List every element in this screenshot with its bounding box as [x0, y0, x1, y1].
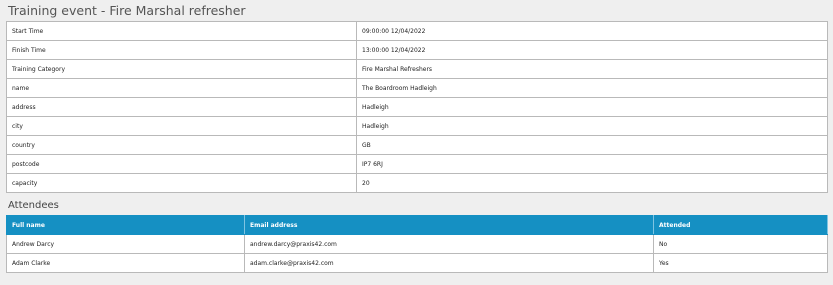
detail-label: city	[6, 116, 357, 136]
detail-label: capacity	[6, 173, 357, 193]
attendee-attended: No	[653, 234, 828, 254]
detail-value: 13:00:00 12/04/2022	[356, 40, 828, 60]
detail-label: postcode	[6, 154, 357, 174]
detail-label: Training Category	[6, 59, 357, 79]
table-row[interactable]: Adam Clarke adam.clarke@praxis42.com Yes	[6, 253, 828, 273]
detail-label: Start Time	[6, 21, 357, 41]
page-title: Training event - Fire Marshal refresher	[8, 3, 246, 18]
table-row: capacity 20	[6, 173, 828, 193]
table-row: city Hadleigh	[6, 116, 828, 136]
detail-value: IP7 6RJ	[356, 154, 828, 174]
column-header-attended[interactable]: Attended	[653, 215, 828, 235]
detail-value: Fire Marshal Refreshers	[356, 59, 828, 79]
detail-label: name	[6, 78, 357, 98]
attendee-email: adam.clarke@praxis42.com	[244, 253, 654, 273]
detail-value: 20	[356, 173, 828, 193]
table-row: Training Category Fire Marshal Refresher…	[6, 59, 828, 79]
table-row: address Hadleigh	[6, 97, 828, 117]
table-row[interactable]: Andrew Darcy andrew.darcy@praxis42.com N…	[6, 234, 828, 254]
attendee-name: Andrew Darcy	[6, 234, 245, 254]
column-header-full-name[interactable]: Full name	[6, 215, 245, 235]
detail-value: Hadleigh	[356, 116, 828, 136]
detail-value: 09:00:00 12/04/2022	[356, 21, 828, 41]
table-row: name The Boardroom Hadleigh	[6, 78, 828, 98]
attendees-table: Full name Email address Attended Andrew …	[6, 215, 828, 273]
table-row: Finish Time 13:00:00 12/04/2022	[6, 40, 828, 60]
detail-value: Hadleigh	[356, 97, 828, 117]
detail-value: The Boardroom Hadleigh	[356, 78, 828, 98]
table-header-row: Full name Email address Attended	[6, 215, 828, 235]
detail-label: address	[6, 97, 357, 117]
page: Training event - Fire Marshal refresher …	[0, 0, 833, 285]
table-row: country GB	[6, 135, 828, 155]
detail-label: Finish Time	[6, 40, 357, 60]
event-details-table: Start Time 09:00:00 12/04/2022 Finish Ti…	[6, 21, 828, 193]
table-row: Start Time 09:00:00 12/04/2022	[6, 21, 828, 41]
attendee-attended: Yes	[653, 253, 828, 273]
attendees-heading: Attendees	[8, 200, 59, 211]
attendee-email: andrew.darcy@praxis42.com	[244, 234, 654, 254]
column-header-email[interactable]: Email address	[244, 215, 654, 235]
attendee-name: Adam Clarke	[6, 253, 245, 273]
table-row: postcode IP7 6RJ	[6, 154, 828, 174]
detail-value: GB	[356, 135, 828, 155]
detail-label: country	[6, 135, 357, 155]
